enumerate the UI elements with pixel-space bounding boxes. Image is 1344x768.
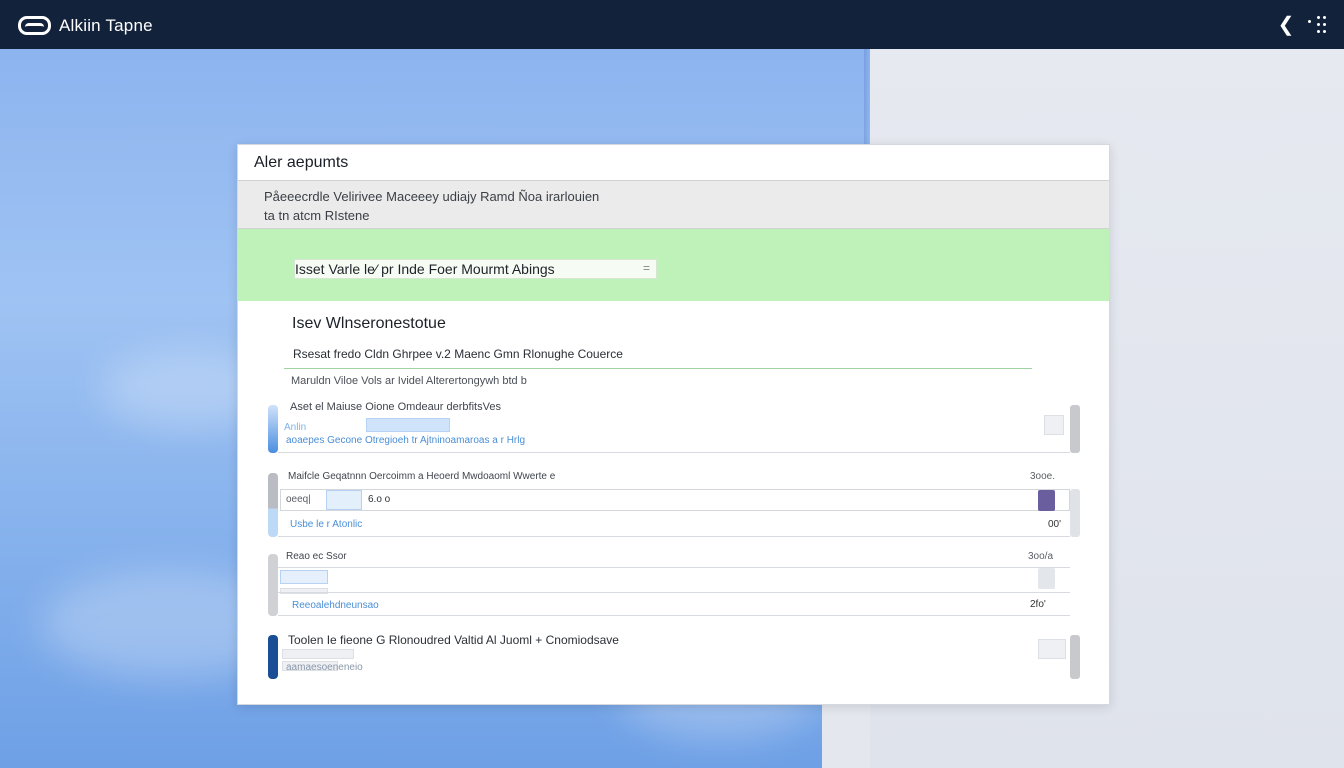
panel-description: Påeeecrdle Velirivee Maceeey udiajy Ramd… xyxy=(238,180,1109,229)
row-count: 3oo/a xyxy=(1028,551,1054,562)
row-status-bar xyxy=(268,405,278,453)
row-count: 3ooe. xyxy=(1030,471,1056,482)
row-input-label: oeeq| xyxy=(286,494,311,505)
row-color-swatch[interactable] xyxy=(1038,568,1055,589)
row-chip[interactable] xyxy=(280,570,328,584)
banner-chip[interactable]: Isset Varle le⁄ pr Inde Foer Mourmt Abin… xyxy=(294,259,657,279)
panel-title: Aler aepumts xyxy=(254,154,349,171)
row-input-chip xyxy=(326,490,362,510)
row-title: Aset el Maiuse Oione Omdeaur derbfitsVes xyxy=(290,401,501,413)
row-divider xyxy=(278,452,1070,453)
row-input[interactable] xyxy=(280,489,1070,511)
top-app-bar: Alkiin Tapne ❮ xyxy=(0,0,1344,49)
apps-grid-icon[interactable] xyxy=(1308,16,1330,34)
row-divider-top xyxy=(278,567,1070,568)
row-divider xyxy=(278,615,1070,616)
banner-close-icon[interactable]: = xyxy=(643,261,650,275)
row-scroll-handle[interactable] xyxy=(1070,635,1080,679)
alert-row-2[interactable]: Maifcle Geqatnnn Oercoimm a Heoerd Mwdoa… xyxy=(268,471,1080,537)
row-input-value: 6.o o xyxy=(368,494,391,505)
row-title: Toolen Ie fieone G Rlonoudred Valtid Al … xyxy=(288,633,619,647)
app-logo-icon xyxy=(18,16,51,35)
description-line-2: ta tn atcm RIstene xyxy=(264,208,370,223)
section-sub-heading: Rsesat fredo Cldn Ghrpee v.2 Maenc Gmn R… xyxy=(293,347,623,361)
row-link[interactable]: aoaepes Gecone Otregioeh tr Ajtninoamaro… xyxy=(286,435,525,446)
back-button[interactable]: ❮ xyxy=(1276,14,1296,36)
row-title: Reao ec Ssor xyxy=(286,551,347,562)
row-action-icon[interactable] xyxy=(1038,639,1066,659)
section-divider xyxy=(284,368,1032,369)
app-title: Alkiin Tapne xyxy=(59,16,153,35)
row-value: 00' xyxy=(1048,519,1062,530)
row-title: Maifcle Geqatnnn Oercoimm a Heoerd Mwdoa… xyxy=(288,471,556,482)
row-link[interactable]: Reeoalehdneunsao xyxy=(292,600,379,611)
row-link[interactable]: Usbe le r Atonlic xyxy=(290,519,362,530)
row-color-swatch[interactable] xyxy=(1038,490,1055,511)
section-title: Isev Wlnseronestotue xyxy=(292,315,446,332)
info-banner: Isset Varle le⁄ pr Inde Foer Mourmt Abin… xyxy=(238,229,1109,301)
background-lower-right xyxy=(822,700,870,768)
row-chip[interactable] xyxy=(366,418,450,432)
row-value: 2fo' xyxy=(1030,599,1046,610)
alert-settings-panel: Aler aepumts Påeeecrdle Velirivee Maceee… xyxy=(237,144,1110,705)
row-chip-label: Anlin xyxy=(284,422,307,433)
alert-row-3[interactable]: Reao ec Ssor 3oo/a Reeoalehdneunsao 2fo' xyxy=(268,551,1080,616)
section-note: Maruldn Viloe Vols ar Ividel Alterertong… xyxy=(291,375,527,387)
row-divider-mid xyxy=(278,592,1070,593)
row-status-bar xyxy=(268,635,278,679)
alert-row-4[interactable]: Toolen Ie fieone G Rlonoudred Valtid Al … xyxy=(268,633,1080,679)
row-chip xyxy=(282,649,354,659)
alert-row-1[interactable]: Aset el Maiuse Oione Omdeaur derbfitsVes… xyxy=(268,401,1080,453)
row-status-bar xyxy=(268,473,278,537)
row-status-bar xyxy=(268,554,278,616)
description-line-1: Påeeecrdle Velirivee Maceeey udiajy Ramd… xyxy=(264,189,600,204)
row-scroll-handle[interactable] xyxy=(1070,489,1080,537)
row-chip-secondary xyxy=(280,588,328,594)
banner-text: Isset Varle le⁄ pr Inde Foer Mourmt Abin… xyxy=(295,261,555,277)
row-action-icon[interactable] xyxy=(1044,415,1064,435)
row-scroll-handle[interactable] xyxy=(1070,554,1080,616)
row-link[interactable]: aamaesoeneneio xyxy=(286,662,363,673)
row-divider xyxy=(278,536,1070,537)
row-scroll-handle[interactable] xyxy=(1070,405,1080,453)
